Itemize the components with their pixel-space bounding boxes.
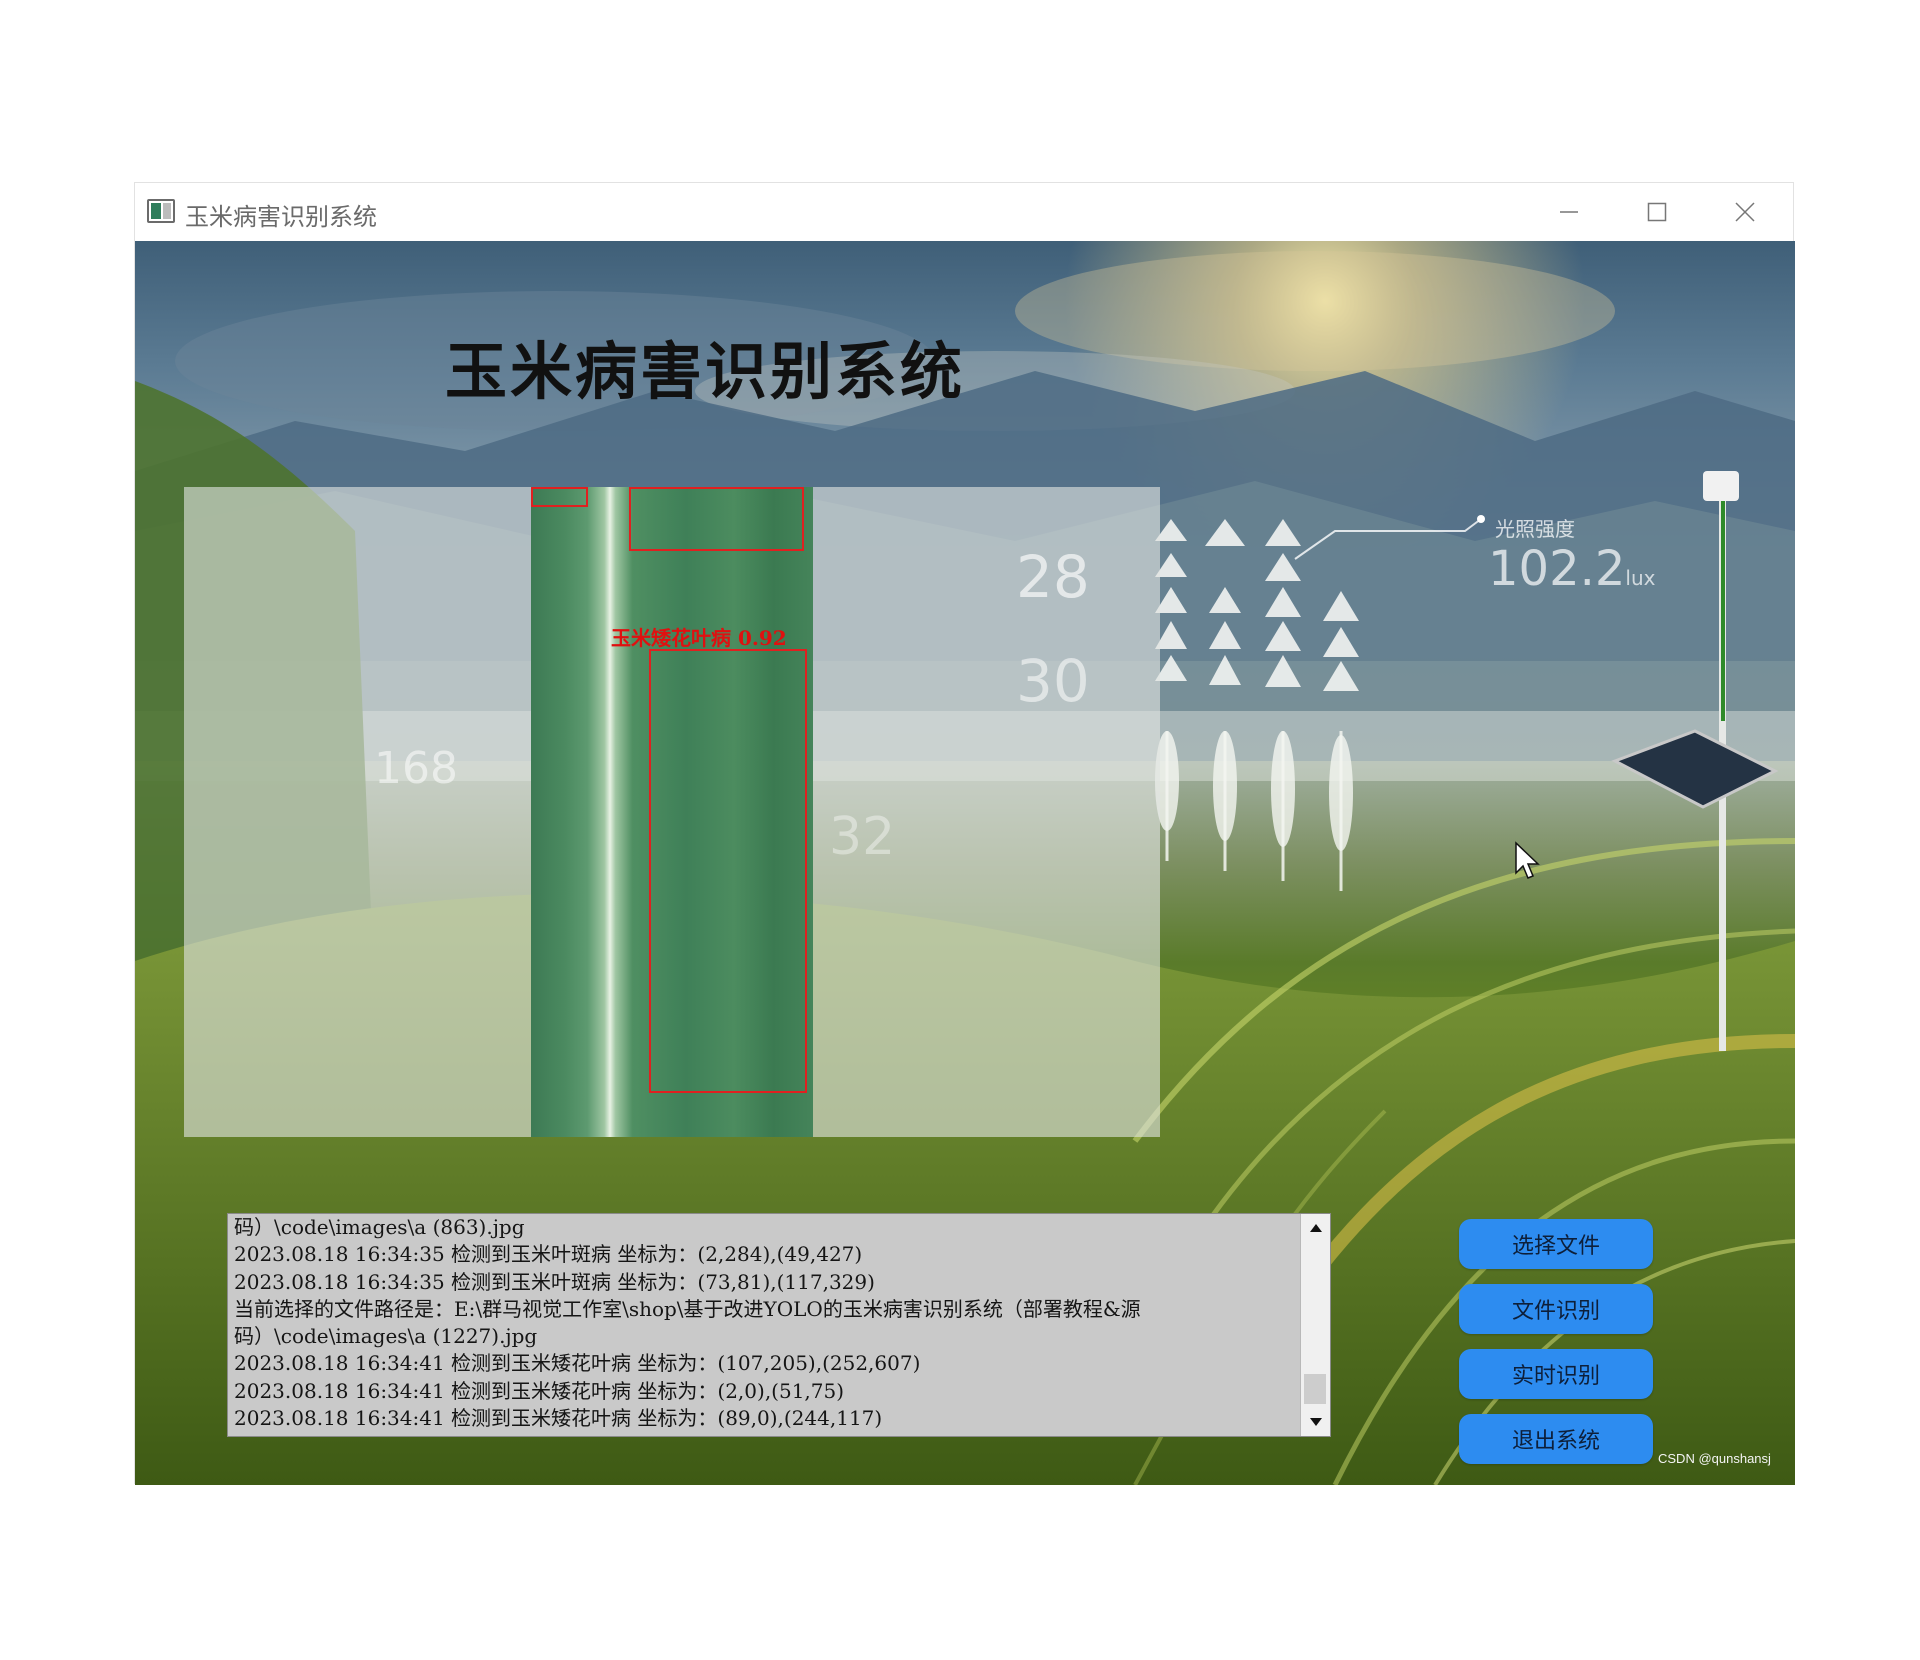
log-line: 2023.08.18 16:34:41 检测到玉米矮花叶病 坐标为：(2,0),… [234,1378,845,1403]
detection-box-1 [531,487,588,507]
log-line: 当前选择的文件路径是：E:\群马视觉工作室\shop\基于改进YOLO的玉米病害… [234,1296,1141,1321]
close-icon [1735,202,1755,222]
window-title: 玉米病害识别系统 [185,203,377,231]
detection-label: 玉米矮花叶病 0.92 [611,626,787,650]
hud-left-value: 168 [374,743,458,794]
page-title: 玉米病害识别系统 [445,335,966,408]
minimize-icon [1560,211,1578,213]
log-scrollbar[interactable] [1300,1214,1330,1436]
watermark: CSDN @qunshansj [1658,1451,1771,1466]
mouse-cursor-icon [1515,841,1540,879]
detection-box-2 [629,487,804,551]
log-line: 2023.08.18 16:34:35 检测到玉米叶斑病 坐标为：(2,284)… [234,1242,863,1267]
log-line: 码）\code\images\a (863).jpg [234,1215,525,1239]
arrow-up-icon [1309,1224,1322,1232]
hud-lux-value: 102.2lux [1488,541,1656,597]
hud-temp-value-1: 28 [1016,543,1090,611]
scroll-down-button[interactable] [1301,1408,1330,1436]
app-icon [147,199,175,223]
hud-lux-number: 102.2 [1488,541,1626,597]
app-window: 玉米病害识别系统 光照强度 102.2lux 玉米病害识别系统 168 28 3… [134,182,1795,1485]
maximize-icon [1647,202,1667,222]
client-area: 光照强度 102.2lux 玉米病害识别系统 168 28 30 32 玉米矮花… [135,241,1795,1485]
scroll-up-button[interactable] [1301,1214,1330,1242]
detection-box-3 [649,649,807,1093]
log-line: 码）\code\images\a (1227).jpg [234,1324,538,1349]
minimize-button[interactable] [1525,183,1613,241]
close-button[interactable] [1701,183,1789,241]
corn-leaf-image: 玉米矮花叶病 0.92 [531,487,813,1137]
arrow-down-icon [1309,1418,1322,1426]
hud-temp-value-2: 30 [1016,647,1090,715]
log-line: 2023.08.18 16:34:41 检测到玉米矮花叶病 坐标为：(89,0)… [234,1406,883,1431]
hud-middle-value: 32 [829,807,896,867]
log-line: 2023.08.18 16:34:35 检测到玉米叶斑病 坐标为：(73,81)… [234,1269,875,1294]
log-line: 2023.08.18 16:34:41 检测到玉米矮花叶病 坐标为：(107,2… [234,1351,921,1376]
hud-lux-unit: lux [1625,566,1656,590]
exit-system-button[interactable]: 退出系统 [1459,1414,1653,1464]
file-recognition-button[interactable]: 文件识别 [1459,1284,1653,1334]
hud-lux-label: 光照强度 [1495,517,1575,541]
maximize-button[interactable] [1613,183,1701,241]
image-display-panel: 168 28 30 32 玉米矮花叶病 0.92 [184,487,1160,1137]
log-textarea[interactable]: 码）\code\images\a (863).jpg 2023.08.18 16… [227,1213,1331,1437]
scrollbar-thumb[interactable] [1304,1374,1326,1404]
title-bar[interactable]: 玉米病害识别系统 [135,183,1793,241]
select-file-button[interactable]: 选择文件 [1459,1219,1653,1269]
log-lines: 码）\code\images\a (863).jpg 2023.08.18 16… [234,1214,1304,1432]
realtime-recognition-button[interactable]: 实时识别 [1459,1349,1653,1399]
